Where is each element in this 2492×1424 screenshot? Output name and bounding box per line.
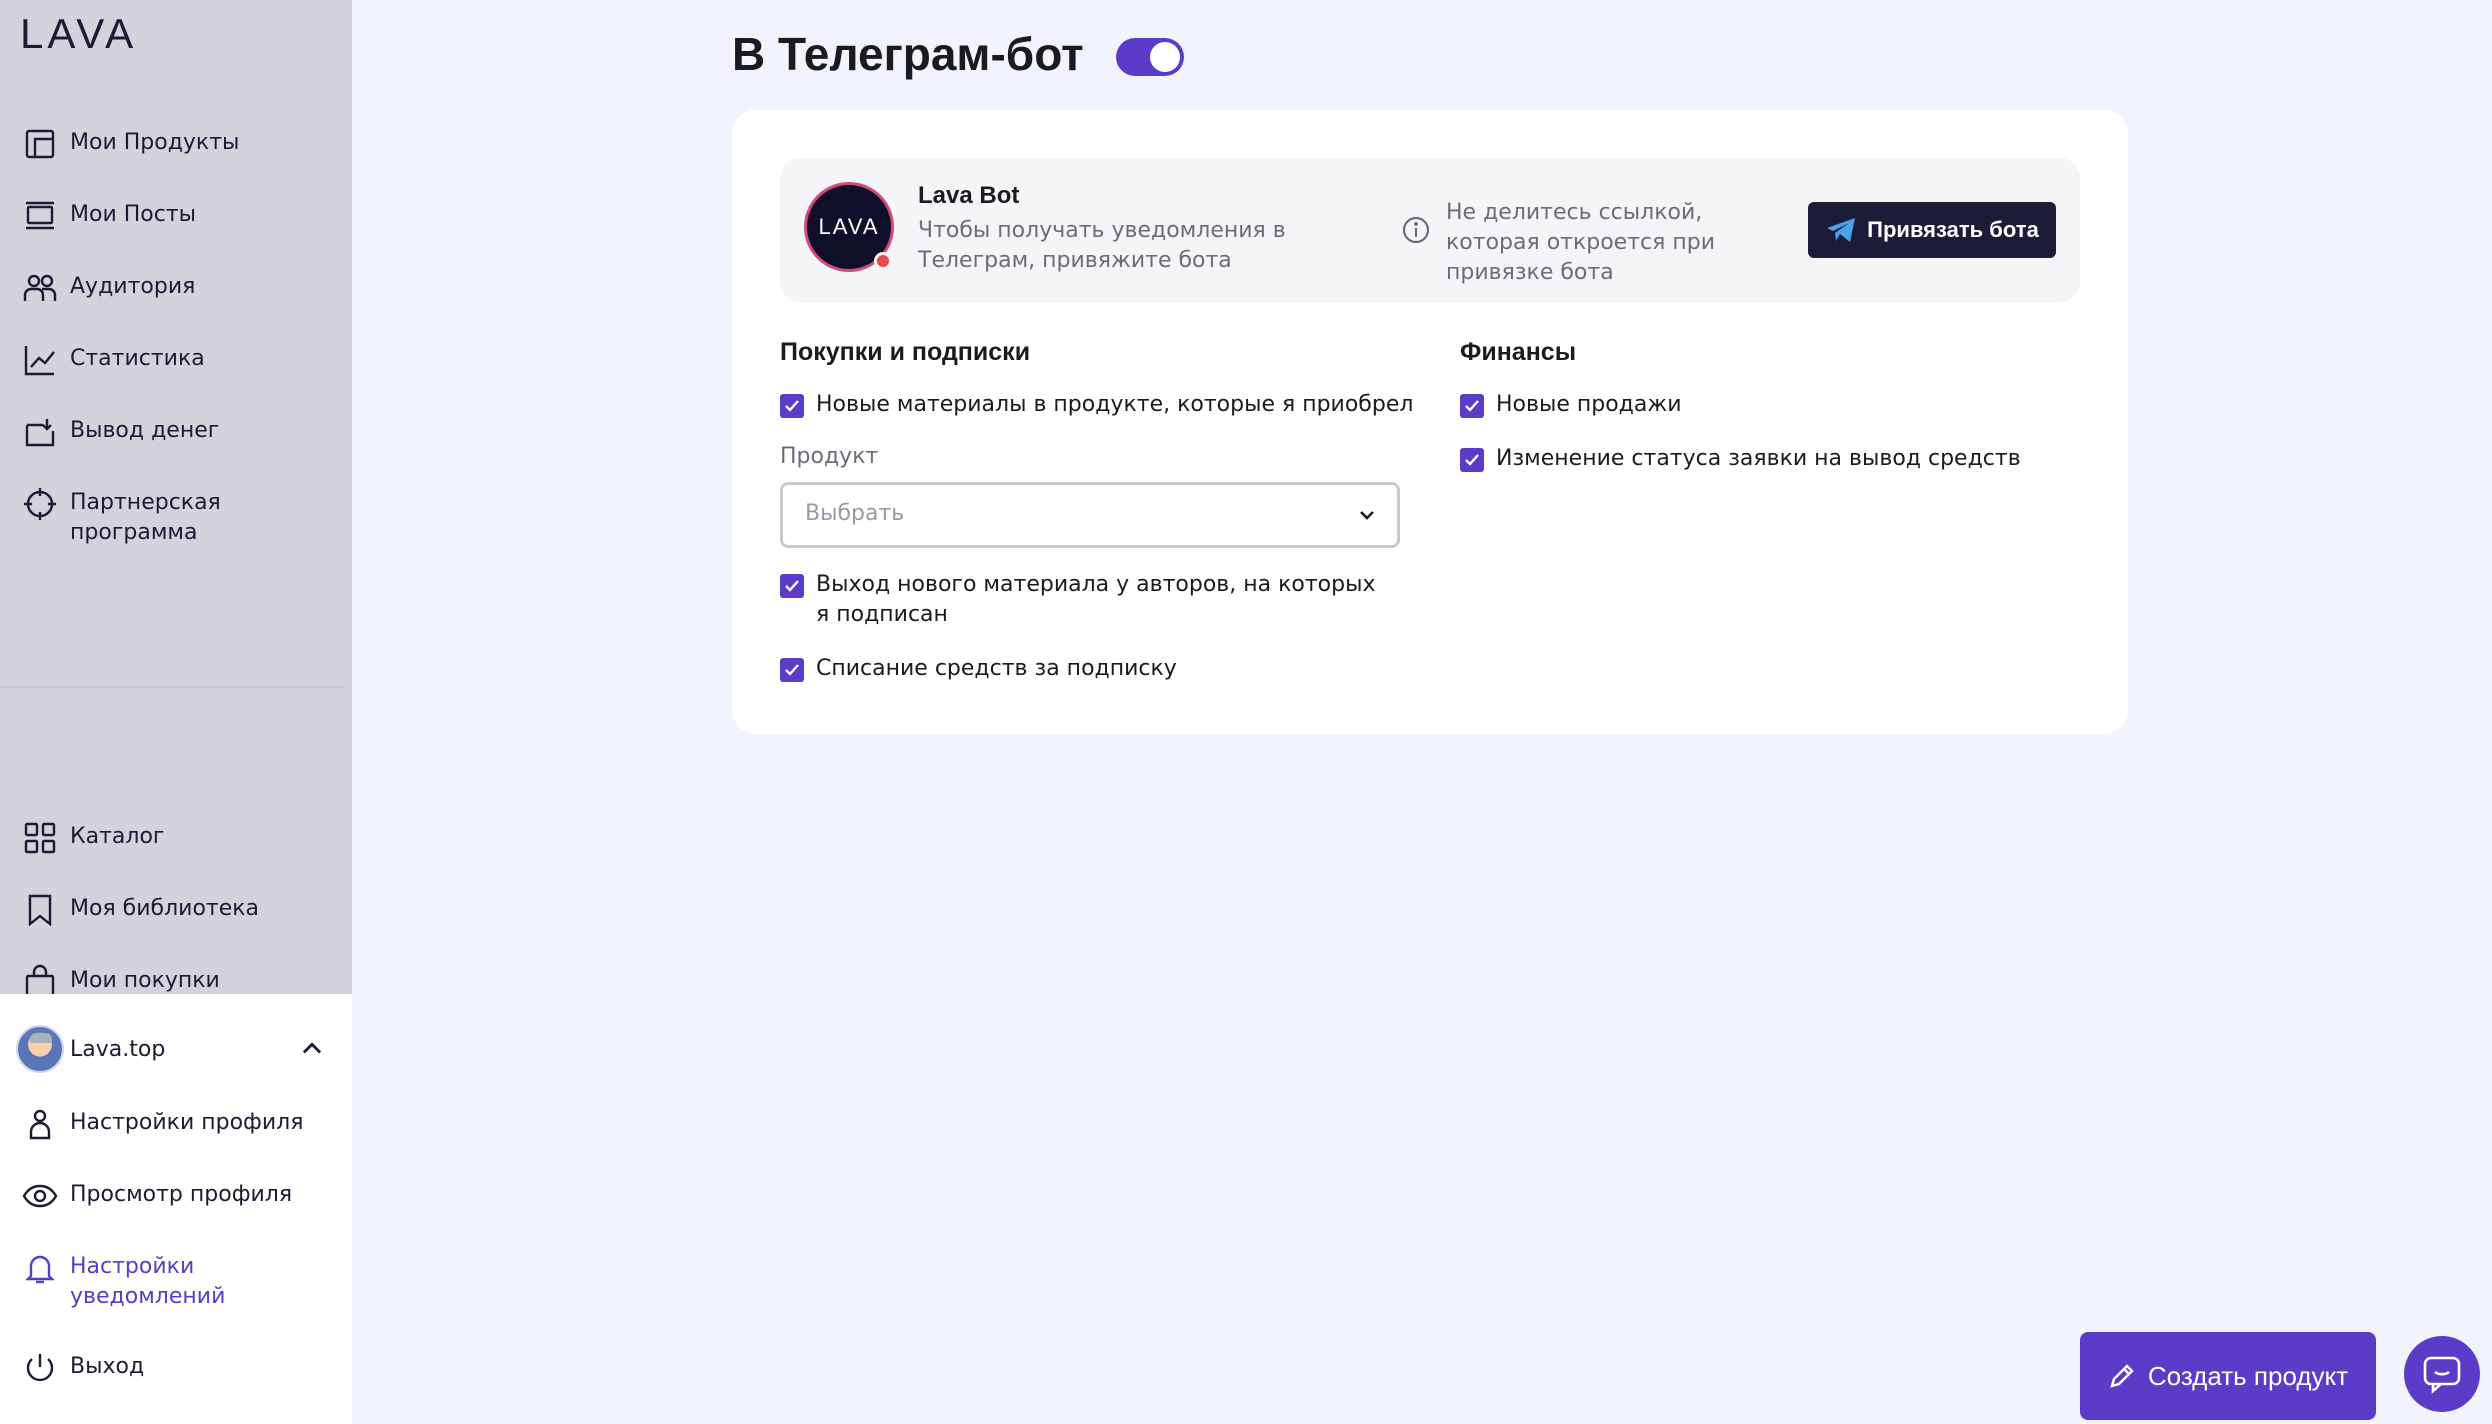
telegram-icon: [1827, 218, 1856, 242]
product-select-placeholder: Выбрать: [805, 501, 905, 526]
info-icon: [1402, 216, 1430, 244]
chevron-up-icon: [302, 1042, 322, 1054]
bot-connect-box: LAVA Lava Bot Чтобы получать уведомления…: [780, 158, 2080, 302]
sidebar-item-products[interactable]: Мои Продукты: [22, 128, 310, 162]
toggle-knob: [1150, 42, 1180, 72]
profile-toggle[interactable]: Lava.top: [16, 1025, 326, 1073]
sidebar-item-stats[interactable]: Статистика: [22, 344, 310, 378]
checkbox-label: Новые продажи: [1496, 392, 1682, 417]
eye-icon: [22, 1178, 58, 1214]
user-icon: [22, 1106, 58, 1142]
sidebar-item-label: Мои Посты: [70, 202, 197, 227]
bot-warning-note: Не делитесь ссылкой, которая откроется п…: [1446, 200, 1716, 285]
sidebar-item-library[interactable]: Моя библиотека: [22, 894, 310, 928]
grid-icon: [22, 820, 58, 856]
create-product-label: Создать продукт: [2147, 1360, 2349, 1391]
checkbox[interactable]: [780, 574, 804, 598]
sidebar-item-label: Статистика: [70, 346, 205, 371]
notification-settings-card: LAVA Lava Bot Чтобы получать уведомления…: [732, 110, 2128, 734]
checkbox[interactable]: [780, 394, 804, 418]
stats-icon: [22, 342, 58, 378]
profile-item-label: Просмотр профиля: [70, 1182, 293, 1207]
checkbox-label: Списание средств за подписку: [816, 656, 1177, 681]
checkbox-subscription-charge[interactable]: Списание средств за подписку: [780, 654, 1420, 684]
sidebar-divider: [0, 686, 344, 688]
profile-item-notifications[interactable]: Настройки уведомлений: [22, 1252, 310, 1312]
chat-icon: [2423, 1356, 2461, 1394]
purchases-section-title: Покупки и подписки: [780, 338, 1031, 366]
check-icon: [785, 580, 799, 592]
bot-name: Lava Bot: [918, 182, 1020, 209]
bind-bot-button-label: Привязать бота: [1867, 217, 2039, 242]
telegram-bot-toggle[interactable]: [1116, 38, 1184, 76]
checkbox[interactable]: [780, 658, 804, 682]
check-icon: [1465, 400, 1479, 412]
sidebar-item-partner[interactable]: Партнерская программа: [22, 488, 310, 548]
sidebar-item-label: Аудитория: [70, 274, 196, 299]
products-icon: [22, 126, 58, 162]
audience-icon: [22, 270, 58, 306]
checkbox-label: Новые материалы в продукте, которые я пр…: [816, 392, 1414, 417]
product-select[interactable]: Выбрать: [780, 482, 1400, 548]
withdraw-icon: [22, 414, 58, 450]
check-icon: [785, 400, 799, 412]
sidebar-item-withdraw[interactable]: Вывод денег: [22, 416, 310, 450]
sidebar-item-label: Каталог: [70, 824, 165, 849]
sidebar-item-label: Вывод денег: [70, 418, 220, 443]
profile-item-logout[interactable]: Выход: [22, 1352, 310, 1386]
profile-item-label: Настройки уведомлений: [70, 1254, 226, 1309]
profile-item-label: Настройки профиля: [70, 1110, 304, 1135]
checkbox-new-sales[interactable]: Новые продажи: [1460, 390, 2100, 420]
sidebar-item-posts[interactable]: Мои Посты: [22, 200, 310, 234]
sidebar-item-label: Мои покупки: [70, 968, 220, 993]
bell-icon: [22, 1250, 58, 1286]
checkbox-label: Выход нового материала у авторов, на кот…: [816, 572, 1376, 627]
page-title: В Телеграм-бот: [732, 28, 1084, 80]
chevron-down-icon: [1360, 511, 1374, 520]
bookmark-icon: [22, 892, 58, 928]
bind-bot-button[interactable]: Привязать бота: [1808, 202, 2056, 258]
sidebar-item-catalog[interactable]: Каталог: [22, 822, 310, 856]
support-chat-button[interactable]: [2404, 1336, 2480, 1412]
product-field-label: Продукт: [780, 444, 879, 469]
checkbox-new-materials[interactable]: Новые материалы в продукте, которые я пр…: [780, 390, 1420, 420]
profile-item-settings[interactable]: Настройки профиля: [22, 1108, 310, 1142]
sidebar-item-label: Мои Продукты: [70, 130, 240, 155]
checkbox-withdraw-status[interactable]: Изменение статуса заявки на вывод средст…: [1460, 444, 2100, 474]
status-dot: [874, 252, 892, 270]
checkbox[interactable]: [1460, 394, 1484, 418]
checkbox-new-from-authors[interactable]: Выход нового материала у авторов, на кот…: [780, 570, 1380, 630]
checkbox-label: Изменение статуса заявки на вывод средст…: [1496, 446, 2021, 471]
sidebar-item-label: Моя библиотека: [70, 896, 260, 921]
profile-item-label: Выход: [70, 1354, 145, 1379]
avatar: [16, 1025, 64, 1073]
pencil-icon: [2110, 1364, 2134, 1388]
partner-icon: [22, 486, 58, 522]
sidebar: LAVA Мои Продукты Мои Посты Аудитория Ст…: [0, 0, 352, 1424]
profile-item-view[interactable]: Просмотр профиля: [22, 1180, 310, 1214]
sidebar-item-label: Партнерская программа: [70, 490, 221, 545]
check-icon: [1465, 454, 1479, 466]
posts-icon: [22, 198, 58, 234]
lava-logo[interactable]: LAVA: [20, 13, 137, 55]
create-product-button[interactable]: Создать продукт: [2080, 1332, 2376, 1420]
power-icon: [22, 1350, 58, 1386]
sidebar-item-audience[interactable]: Аудитория: [22, 272, 310, 306]
finance-section-title: Финансы: [1460, 338, 1577, 366]
check-icon: [785, 664, 799, 676]
checkbox[interactable]: [1460, 448, 1484, 472]
profile-name: Lava.top: [70, 1036, 166, 1062]
bot-description: Чтобы получать уведомления в Телеграм, п…: [918, 218, 1286, 273]
